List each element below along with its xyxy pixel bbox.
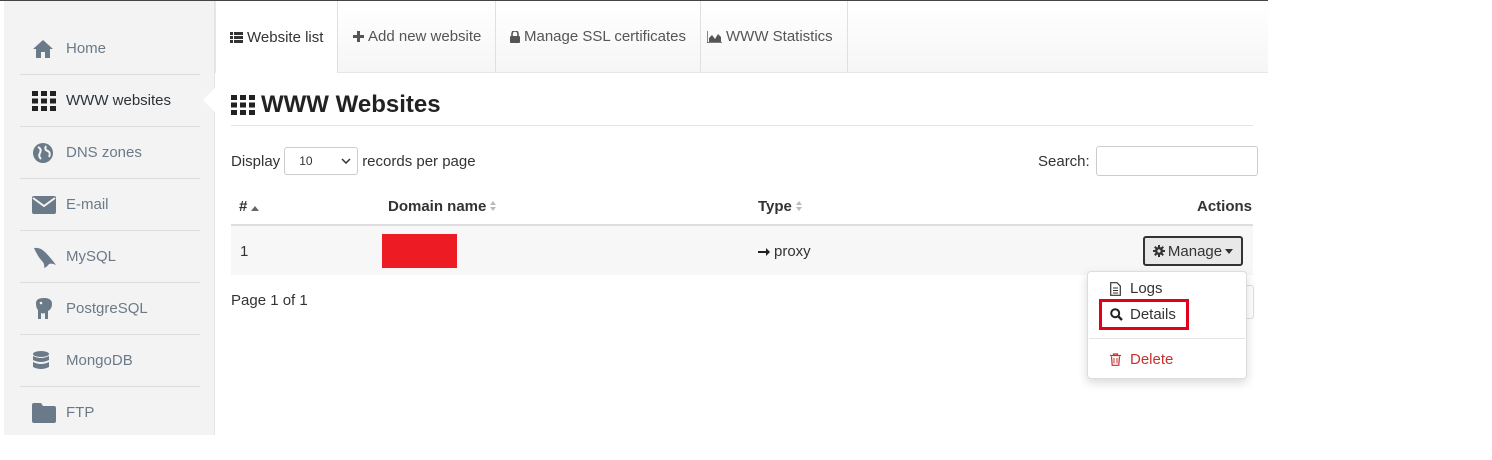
active-indicator bbox=[203, 88, 215, 112]
area-chart-icon bbox=[707, 30, 722, 43]
manage-label: Manage bbox=[1167, 242, 1223, 260]
sidebar-item-label: E-mail bbox=[66, 196, 109, 213]
globe-icon bbox=[32, 142, 62, 164]
page-title: WWW Websites bbox=[231, 91, 441, 119]
divider bbox=[231, 125, 1253, 126]
sidebar-item-www-websites[interactable]: WWW websites bbox=[20, 75, 200, 127]
sort-icon bbox=[795, 198, 802, 215]
row-type: proxy bbox=[758, 243, 811, 260]
manage-button[interactable]: Manage bbox=[1143, 236, 1243, 266]
sidebar-item-postgresql[interactable]: PostgreSQL bbox=[20, 283, 200, 335]
search-label: Search: bbox=[1038, 152, 1090, 170]
page-title-text: WWW Websites bbox=[261, 91, 441, 118]
tab-manage-ssl[interactable]: Manage SSL certificates bbox=[496, 1, 702, 72]
grid-icon bbox=[231, 95, 255, 115]
chevron-down-icon bbox=[341, 158, 351, 164]
tab-add-new-website[interactable]: Add new website bbox=[339, 1, 497, 72]
tab-label: WWW Statistics bbox=[726, 28, 833, 45]
search-input[interactable] bbox=[1095, 146, 1258, 176]
sidebar-item-label: DNS zones bbox=[66, 144, 142, 161]
folder-icon bbox=[32, 402, 62, 423]
search-control: Search: bbox=[1038, 146, 1258, 176]
sidebar-item-label: FTP bbox=[66, 404, 95, 421]
sidebar-item-home[interactable]: Home bbox=[20, 23, 200, 75]
envelope-icon bbox=[32, 195, 62, 214]
sidebar-item-label: PostgreSQL bbox=[66, 300, 148, 317]
display-label: Display bbox=[231, 152, 281, 170]
app-frame: Home WWW websites DNS zones E-mail MySQL… bbox=[0, 1, 1268, 435]
menu-item-label: Logs bbox=[1130, 280, 1163, 297]
sidebar-item-mysql[interactable]: MySQL bbox=[20, 231, 200, 283]
column-header-domain[interactable]: Domain name bbox=[388, 198, 497, 215]
page-size-select[interactable]: 10 bbox=[284, 147, 359, 175]
menu-item-details[interactable]: Details bbox=[1110, 306, 1176, 323]
caret-down-icon bbox=[1225, 248, 1234, 254]
tab-label: Website list bbox=[247, 28, 324, 46]
gear-icon bbox=[1152, 245, 1165, 257]
column-header-label: Actions bbox=[1197, 198, 1253, 215]
sidebar-item-mongodb[interactable]: MongoDB bbox=[20, 335, 200, 387]
column-header-index[interactable]: # bbox=[239, 198, 260, 215]
menu-item-logs[interactable]: Logs bbox=[1110, 280, 1163, 297]
arrow-right-icon bbox=[758, 246, 770, 258]
column-header-label: # bbox=[239, 198, 248, 215]
file-text-icon bbox=[1110, 281, 1126, 296]
manage-dropdown-menu: Logs Details Delete bbox=[1087, 271, 1247, 379]
tab-website-list[interactable]: Website list bbox=[215, 1, 339, 73]
column-header-label: Domain name bbox=[388, 198, 487, 215]
grid-icon bbox=[32, 90, 62, 111]
sort-asc-icon bbox=[251, 198, 260, 215]
row-type-label: proxy bbox=[774, 243, 811, 260]
tab-label: Add new website bbox=[368, 28, 482, 45]
sidebar-item-ftp[interactable]: FTP bbox=[20, 387, 200, 438]
home-icon bbox=[32, 39, 62, 59]
page-size-value: 10 bbox=[299, 154, 313, 168]
search-icon bbox=[1110, 308, 1126, 321]
trash-icon bbox=[1110, 353, 1126, 366]
tab-bar: Website list Add new website Manage SSL … bbox=[215, 1, 1268, 73]
sort-icon bbox=[490, 198, 497, 215]
plus-icon bbox=[353, 31, 364, 42]
elephant-icon bbox=[32, 297, 62, 321]
redacted-domain bbox=[382, 234, 457, 268]
tab-www-statistics[interactable]: WWW Statistics bbox=[693, 1, 848, 72]
pagination-info: Page 1 of 1 bbox=[231, 292, 308, 309]
sidebar-item-label: Home bbox=[66, 40, 107, 57]
column-header-actions: Actions bbox=[1197, 198, 1252, 215]
sidebar-item-dns-zones[interactable]: DNS zones bbox=[20, 127, 200, 179]
sidebar-item-email[interactable]: E-mail bbox=[20, 179, 200, 231]
column-header-label: Type bbox=[758, 198, 792, 215]
list-icon bbox=[230, 31, 243, 43]
sidebar-item-label: MySQL bbox=[66, 248, 117, 265]
menu-divider bbox=[1089, 338, 1245, 339]
column-header-type[interactable]: Type bbox=[758, 198, 802, 215]
page-size-control: Display 10 records per page bbox=[231, 146, 476, 176]
sidebar-item-label: MongoDB bbox=[66, 352, 133, 369]
lock-icon bbox=[510, 30, 520, 43]
menu-item-label: Delete bbox=[1130, 351, 1174, 368]
menu-item-delete[interactable]: Delete bbox=[1110, 351, 1173, 368]
records-label: records per page bbox=[362, 152, 476, 170]
sidebar: Home WWW websites DNS zones E-mail MySQL… bbox=[4, 1, 215, 435]
dolphin-icon bbox=[32, 245, 62, 269]
sidebar-item-label: WWW websites bbox=[66, 92, 171, 109]
menu-item-label: Details bbox=[1130, 306, 1176, 323]
database-icon bbox=[32, 350, 62, 372]
tab-label: Manage SSL certificates bbox=[524, 28, 687, 45]
row-index: 1 bbox=[240, 243, 249, 260]
